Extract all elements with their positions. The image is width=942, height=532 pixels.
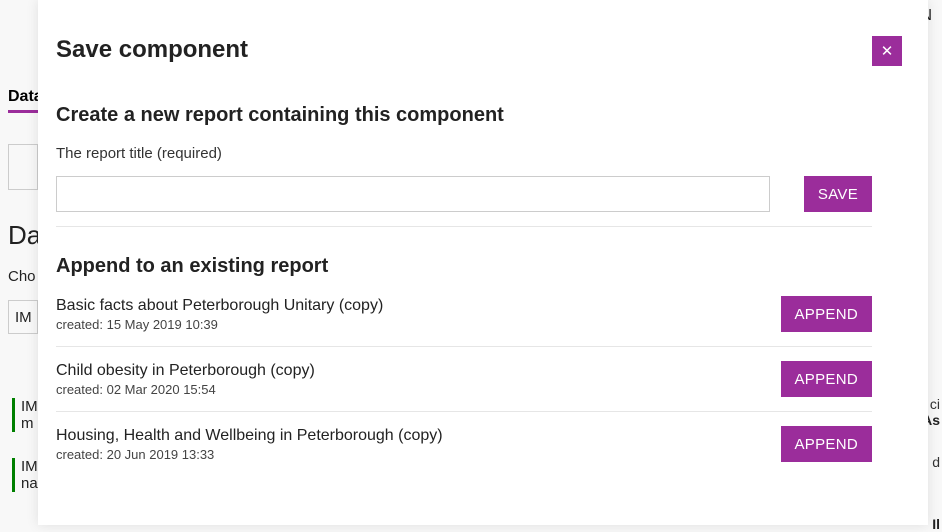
report-title-input[interactable] <box>56 176 770 212</box>
bg-list-item[interactable]: IM na <box>12 458 38 492</box>
report-created: created: 02 Mar 2020 15:54 <box>56 382 315 397</box>
bg-list-l2: na <box>21 475 38 492</box>
bg-subhead: Cho <box>8 268 36 285</box>
report-created: created: 15 May 2019 10:39 <box>56 317 383 332</box>
report-title-label: The report title (required) <box>56 145 872 162</box>
row-divider <box>56 346 872 347</box>
bg-right-text: d <box>932 454 940 470</box>
section-divider <box>56 226 872 227</box>
bg-input[interactable]: IM <box>8 300 38 334</box>
modal-title: Save component <box>56 36 872 64</box>
append-button[interactable]: APPEND <box>781 361 873 397</box>
create-report-heading: Create a new report containing this comp… <box>56 104 872 127</box>
save-button[interactable]: SAVE <box>804 176 872 212</box>
bg-right-text: ci <box>930 396 940 412</box>
close-button[interactable]: ✕ <box>872 36 902 66</box>
append-heading: Append to an existing report <box>56 255 872 278</box>
close-icon: ✕ <box>881 42 894 60</box>
report-title: Child obesity in Peterborough (copy) <box>56 362 315 380</box>
append-button[interactable]: APPEND <box>781 296 873 332</box>
report-title: Housing, Health and Wellbeing in Peterbo… <box>56 427 443 445</box>
report-created: created: 20 Jun 2019 13:33 <box>56 447 443 462</box>
row-divider <box>56 411 872 412</box>
bg-list-item[interactable]: IM m <box>12 398 38 432</box>
save-component-modal: Save component ✕ Create a new report con… <box>38 0 928 525</box>
bg-right-text: Il <box>932 516 940 532</box>
bg-list-l1: IM <box>21 458 38 475</box>
existing-report-row: Basic facts about Peterborough Unitary (… <box>56 296 872 332</box>
existing-report-row: Housing, Health and Wellbeing in Peterbo… <box>56 426 872 462</box>
bg-box <box>8 144 38 190</box>
append-button[interactable]: APPEND <box>781 426 873 462</box>
report-title: Basic facts about Peterborough Unitary (… <box>56 297 383 315</box>
bg-list-l2: m <box>21 415 38 432</box>
bg-list-l1: IM <box>21 398 38 415</box>
existing-report-row: Child obesity in Peterborough (copy) cre… <box>56 361 872 397</box>
